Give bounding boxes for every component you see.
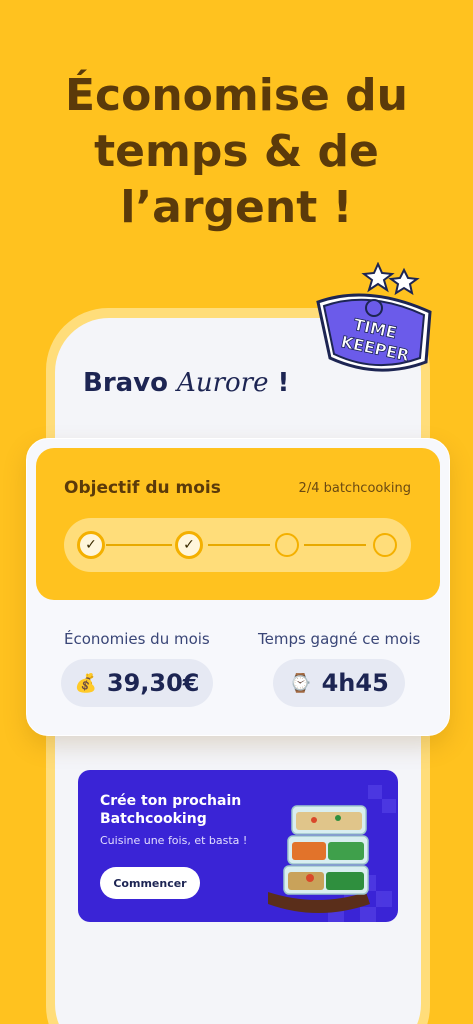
headline-line-1: Économise du [64,70,409,121]
goal-title: Objectif du mois [64,478,221,498]
goal-step-2: ✓ [175,531,203,559]
greeting: Bravo Aurore ! [83,368,289,398]
meal-prep-containers-image [268,785,396,922]
time-saved-value: 4h45 [321,669,389,697]
container-middle [287,835,369,865]
money-bag-icon: 💰 [74,672,97,694]
headline-line-2: temps & de [94,126,379,177]
check-icon: ✓ [85,537,97,553]
greeting-prefix: Bravo [83,368,178,398]
check-icon: ✓ [183,537,195,553]
savings-value: 39,30€ [106,669,200,697]
headline: Économise du temps & de l’argent ! [0,68,473,236]
progress-link [208,544,270,546]
savings-pill: 💰 39,30€ [61,659,213,707]
time-keeper-badge: TIME KEEPER [316,262,432,372]
start-button[interactable]: Commencer [100,867,200,899]
goal-step-1: ✓ [77,531,105,559]
watch-icon: ⌚ [289,672,312,694]
goal-step-4 [373,533,397,557]
greeting-suffix: ! [268,368,290,398]
badge-stars-icon [361,262,420,296]
headline-line-3: l’argent ! [120,182,353,233]
promo-title: Crée ton prochain Batchcooking [100,793,242,827]
progress-link [106,544,172,546]
batchcooking-promo-banner[interactable]: Crée ton prochain Batchcooking Cuisine u… [78,770,398,922]
badge-clock-icon [365,299,383,317]
greeting-name: Aurore [177,368,269,398]
savings-label: Économies du mois [64,630,210,648]
container-top [291,805,367,835]
promo-subtitle: Cuisine une fois, et basta ! [100,834,248,847]
time-saved-pill: ⌚ 4h45 [273,659,405,707]
time-saved-label: Temps gagné ce mois [258,630,421,648]
goal-count: 2/4 batchcooking [298,481,411,496]
progress-link [304,544,366,546]
goal-step-3 [275,533,299,557]
container-bottom [283,865,369,895]
